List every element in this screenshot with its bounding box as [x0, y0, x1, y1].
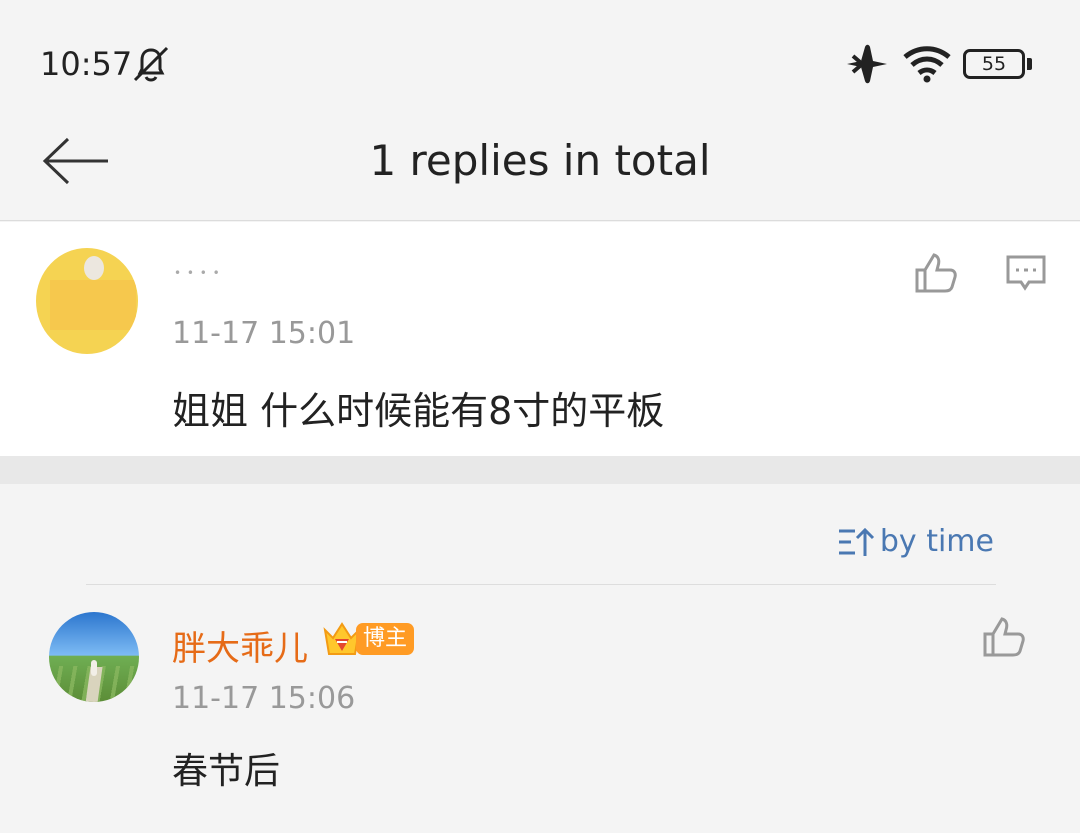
sort-label: by time: [879, 524, 994, 559]
comment-timestamp: 11-17 15:01: [172, 316, 356, 351]
wifi-icon: [903, 46, 951, 83]
root-comment-card: 29 • • • • 11-17 15:01 姐姐 什么时候能有8寸的平板: [0, 222, 1080, 456]
bell-muted-icon: [133, 46, 169, 82]
reply-author-name[interactable]: 胖大乖儿: [172, 621, 308, 670]
avatar[interactable]: [49, 612, 139, 702]
comment-text: 姐姐 什么时候能有8寸的平板: [172, 389, 665, 433]
airplane-icon: [847, 44, 887, 84]
battery-icon: 55: [963, 49, 1033, 79]
sort-ascending-icon: [838, 527, 874, 556]
thumb-up-icon[interactable]: [914, 252, 958, 294]
redaction-marks: • • • •: [174, 266, 221, 280]
replies-section: by time 胖大乖儿 博主 11-17 15:06 春节后: [0, 484, 1080, 833]
sort-by-time-button[interactable]: by time: [837, 524, 994, 559]
comment-icon[interactable]: [1005, 253, 1047, 293]
reply-text: 春节后: [172, 751, 281, 792]
divider: [86, 584, 996, 585]
status-time: 10:57: [40, 45, 133, 83]
avatar[interactable]: [36, 248, 138, 354]
section-gap: [0, 456, 1080, 484]
reply-timestamp: 11-17 15:06: [172, 681, 356, 716]
page-title: 1 replies in total: [369, 136, 711, 185]
thumb-up-icon[interactable]: [982, 616, 1026, 658]
status-bar: 10:57 55: [0, 0, 1080, 110]
blogger-badge: 博主: [356, 623, 414, 655]
page-header: 1 replies in total: [0, 110, 1080, 221]
battery-level: 55: [981, 53, 1007, 75]
